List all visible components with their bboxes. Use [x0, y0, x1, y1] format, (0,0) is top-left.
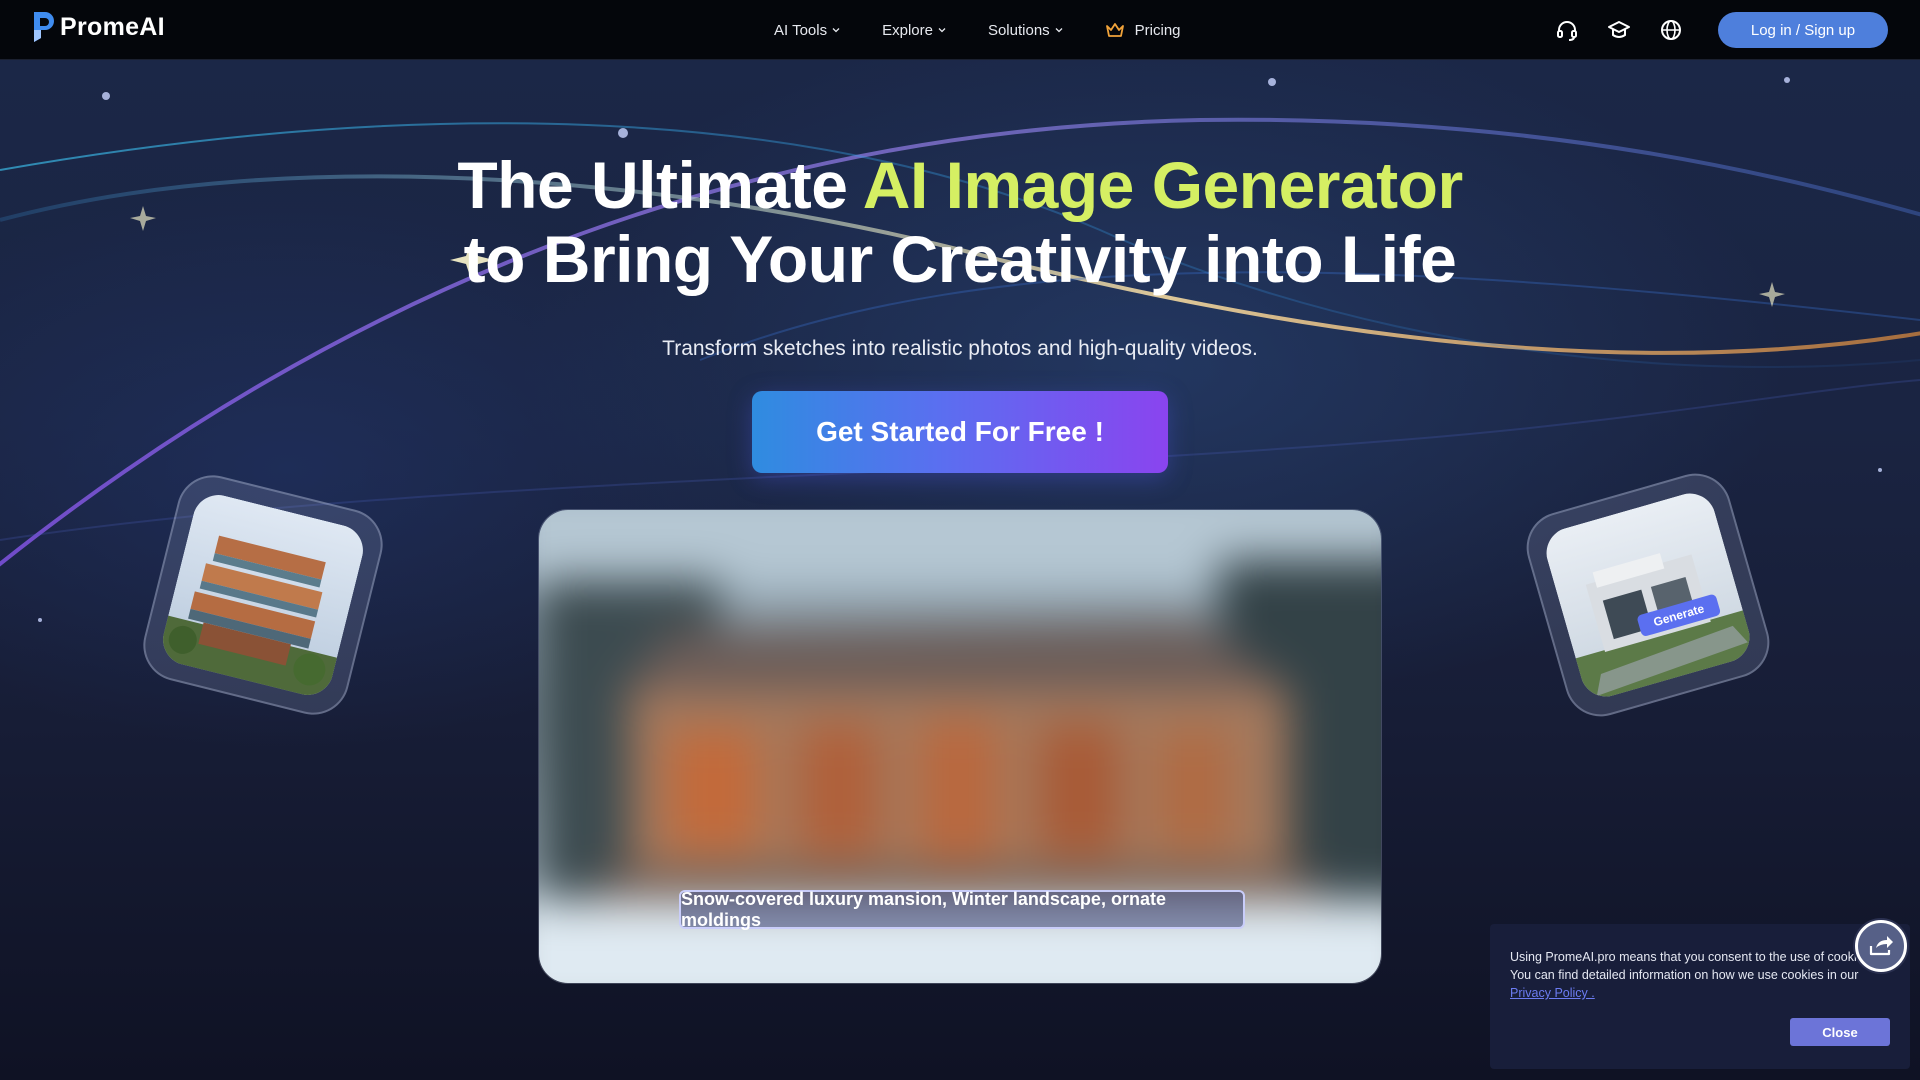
hero-title-highlight: AI Image Generator — [862, 148, 1463, 222]
cookie-text: Using PromeAI.pro means that you consent… — [1510, 948, 1890, 1002]
house-illustration — [1540, 487, 1756, 703]
logo-text: PromeAI — [60, 12, 165, 41]
hero-title: The Ultimate AI Image Generator to Bring… — [0, 148, 1920, 296]
nav-solutions[interactable]: Solutions — [988, 22, 1063, 39]
logo[interactable]: PromeAI — [30, 10, 165, 44]
nav-pricing[interactable]: Pricing — [1105, 22, 1181, 39]
crown-icon — [1105, 23, 1124, 37]
chevron-down-icon — [1055, 28, 1063, 33]
nav-pricing-label: Pricing — [1134, 21, 1181, 39]
globe-icon[interactable] — [1659, 18, 1683, 42]
cookie-banner: Using PromeAI.pro means that you consent… — [1490, 924, 1910, 1069]
promeai-logo-icon — [34, 12, 54, 42]
preview-image: Snow-covered luxury mansion, Winter land… — [538, 509, 1382, 984]
nav-ai-tools-label: AI Tools — [774, 21, 828, 39]
chevron-down-icon — [938, 28, 946, 33]
nav-ai-tools[interactable]: AI Tools — [774, 22, 840, 39]
top-navbar: PromeAI AI Tools Explore Solutions Prici… — [0, 0, 1920, 60]
login-signup-button[interactable]: Log in / Sign up — [1718, 12, 1888, 48]
hero-title-part1: The Ultimate — [457, 148, 863, 222]
building-illustration — [157, 489, 369, 701]
header-icons — [1555, 18, 1683, 42]
cookie-message: Using PromeAI.pro means that you consent… — [1510, 950, 1874, 982]
get-started-button[interactable]: Get Started For Free ! — [752, 391, 1168, 473]
share-button[interactable] — [1855, 920, 1907, 972]
nav-explore-label: Explore — [882, 21, 933, 39]
hero-subtitle: Transform sketches into realistic photos… — [662, 337, 1258, 360]
sample-image-house: Generate — [1540, 487, 1756, 703]
nav-solutions-label: Solutions — [987, 21, 1050, 39]
chevron-down-icon — [832, 28, 840, 33]
sample-image-building — [157, 489, 369, 701]
share-icon — [1869, 936, 1893, 956]
graduation-cap-icon[interactable] — [1607, 18, 1631, 42]
headset-icon[interactable] — [1555, 18, 1579, 42]
prompt-text-box: Snow-covered luxury mansion, Winter land… — [679, 889, 1245, 930]
hero-title-line2: to Bring Your Creativity into Life — [463, 222, 1457, 296]
nav-explore[interactable]: Explore — [882, 22, 946, 39]
privacy-policy-link[interactable]: Privacy Policy . — [1510, 986, 1595, 1000]
main-nav: AI Tools Explore Solutions Pricing — [774, 0, 1223, 60]
cookie-close-button[interactable]: Close — [1790, 1018, 1890, 1046]
